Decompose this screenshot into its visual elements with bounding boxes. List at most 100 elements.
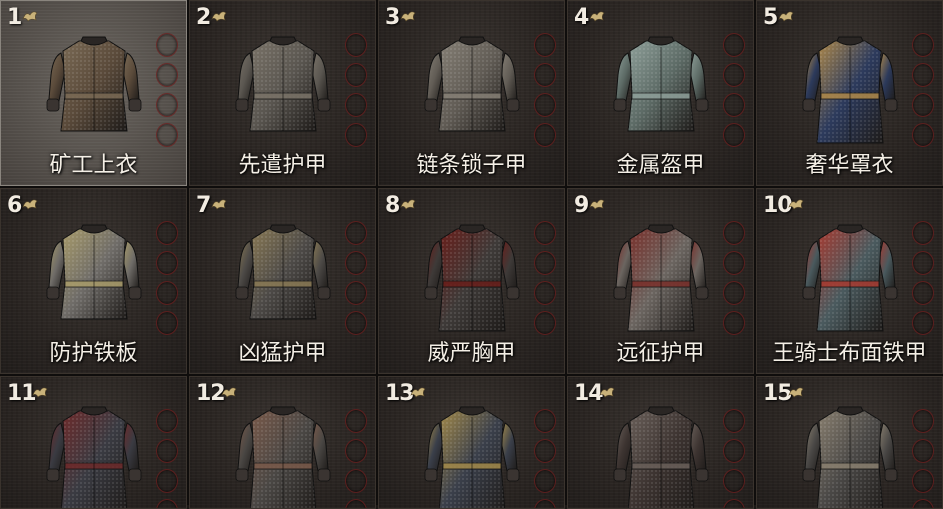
gilded-scale-icon (417, 405, 527, 508)
armor-name: 凶猛护甲 (238, 341, 327, 366)
plate-cuirass-icon (606, 35, 716, 145)
gem-socket-icon (345, 123, 367, 147)
gem-socket-icon (723, 63, 745, 87)
armor-slot[interactable]: 15 (756, 376, 943, 509)
blue-surcoat-icon (795, 35, 905, 145)
gem-socket-icon (912, 251, 934, 275)
slot-number: 2 (196, 5, 211, 30)
dragon-sigil-icon (777, 8, 795, 22)
armor-slot[interactable]: 6 防护铁板 (0, 188, 187, 374)
gem-socket-icon (912, 469, 934, 493)
gem-socket-icon (534, 33, 556, 57)
gem-socket-icon (156, 123, 178, 147)
dragon-sigil-icon (787, 196, 805, 210)
gem-socket-icon (534, 123, 556, 147)
gem-socket-icon (345, 409, 367, 433)
dragon-sigil-icon (31, 384, 49, 398)
gem-socket-icon (534, 469, 556, 493)
gem-socket-icon (723, 439, 745, 463)
gem-sockets (534, 33, 556, 147)
gem-socket-icon (723, 33, 745, 57)
dragon-sigil-icon (21, 196, 39, 210)
gem-sockets (156, 33, 178, 147)
armor-slot[interactable]: 5 奢华罩衣 (756, 0, 943, 186)
gem-socket-icon (156, 63, 178, 87)
gem-socket-icon (912, 439, 934, 463)
gem-socket-icon (345, 499, 367, 508)
gem-socket-icon (723, 251, 745, 275)
gem-socket-icon (723, 469, 745, 493)
gem-socket-icon (723, 499, 745, 508)
dragon-sigil-icon (220, 384, 238, 398)
gem-socket-icon (345, 281, 367, 305)
gem-socket-icon (156, 469, 178, 493)
gem-sockets (345, 409, 367, 508)
armor-slot[interactable]: 8 威严胸甲 (378, 188, 565, 374)
dragon-sigil-icon (409, 384, 427, 398)
armor-grid: 1 矿工上衣 2 先遣护甲 3 链条锁子甲 4 金属盔甲 5 奢华罩衣 6 防护… (0, 0, 943, 509)
gem-socket-icon (534, 251, 556, 275)
chainmail-hauberk-icon (417, 35, 527, 145)
armor-slot[interactable]: 7 凶猛护甲 (189, 188, 376, 374)
gem-socket-icon (534, 63, 556, 87)
armor-slot[interactable]: 11 (0, 376, 187, 509)
dragon-sigil-icon (399, 196, 417, 210)
gem-sockets (723, 33, 745, 147)
crusader-armor-icon (606, 223, 716, 333)
armor-slot[interactable]: 1 矿工上衣 (0, 0, 187, 186)
gem-socket-icon (723, 221, 745, 245)
armor-slot[interactable]: 3 链条锁子甲 (378, 0, 565, 186)
armor-slot[interactable]: 9 远征护甲 (567, 188, 754, 374)
armor-name: 矿工上衣 (49, 153, 138, 178)
chainmail-tunic-icon (228, 35, 338, 145)
gem-socket-icon (912, 123, 934, 147)
gem-socket-icon (723, 409, 745, 433)
gem-socket-icon (534, 311, 556, 335)
gem-socket-icon (912, 281, 934, 305)
gem-sockets (723, 409, 745, 508)
gem-socket-icon (912, 63, 934, 87)
gem-socket-icon (156, 251, 178, 275)
gem-socket-icon (345, 469, 367, 493)
dragon-sigil-icon (210, 196, 228, 210)
dragon-sigil-icon (399, 8, 417, 22)
royal-brigandine-icon (795, 223, 905, 333)
dragon-sigil-icon (787, 384, 805, 398)
gem-socket-icon (534, 499, 556, 508)
gem-socket-icon (723, 311, 745, 335)
armor-name: 王骑士布面铁甲 (772, 341, 927, 366)
armor-slot[interactable]: 13 (378, 376, 565, 509)
gem-sockets (534, 221, 556, 335)
gem-socket-icon (345, 311, 367, 335)
slot-number: 4 (574, 5, 589, 30)
armor-name: 金属盔甲 (616, 153, 705, 178)
gem-sockets (912, 409, 934, 508)
fierce-armor-icon (228, 223, 338, 333)
majestic-breastplate-icon (417, 223, 527, 333)
slot-number: 6 (7, 193, 22, 218)
armor-slot[interactable]: 12 (189, 376, 376, 509)
gem-sockets (912, 221, 934, 335)
armor-slot[interactable]: 10 王骑士布面铁甲 (756, 188, 943, 374)
gem-socket-icon (534, 221, 556, 245)
armor-slot[interactable]: 14 (567, 376, 754, 509)
slot-number: 8 (385, 193, 400, 218)
dragon-sigil-icon (588, 8, 606, 22)
armor-slot[interactable]: 2 先遣护甲 (189, 0, 376, 186)
gem-socket-icon (912, 221, 934, 245)
gem-sockets (912, 33, 934, 147)
spiked-plate-icon (795, 405, 905, 508)
armor-name: 防护铁板 (49, 341, 138, 366)
gem-socket-icon (912, 33, 934, 57)
slot-number: 1 (7, 5, 22, 30)
gem-sockets (723, 221, 745, 335)
slot-number: 7 (196, 193, 211, 218)
gem-socket-icon (345, 33, 367, 57)
armor-slot[interactable]: 4 金属盔甲 (567, 0, 754, 186)
armor-name: 先遣护甲 (238, 153, 327, 178)
gem-socket-icon (156, 281, 178, 305)
iron-plate-icon (39, 223, 149, 333)
gem-socket-icon (156, 499, 178, 508)
gem-socket-icon (723, 123, 745, 147)
gem-socket-icon (912, 311, 934, 335)
